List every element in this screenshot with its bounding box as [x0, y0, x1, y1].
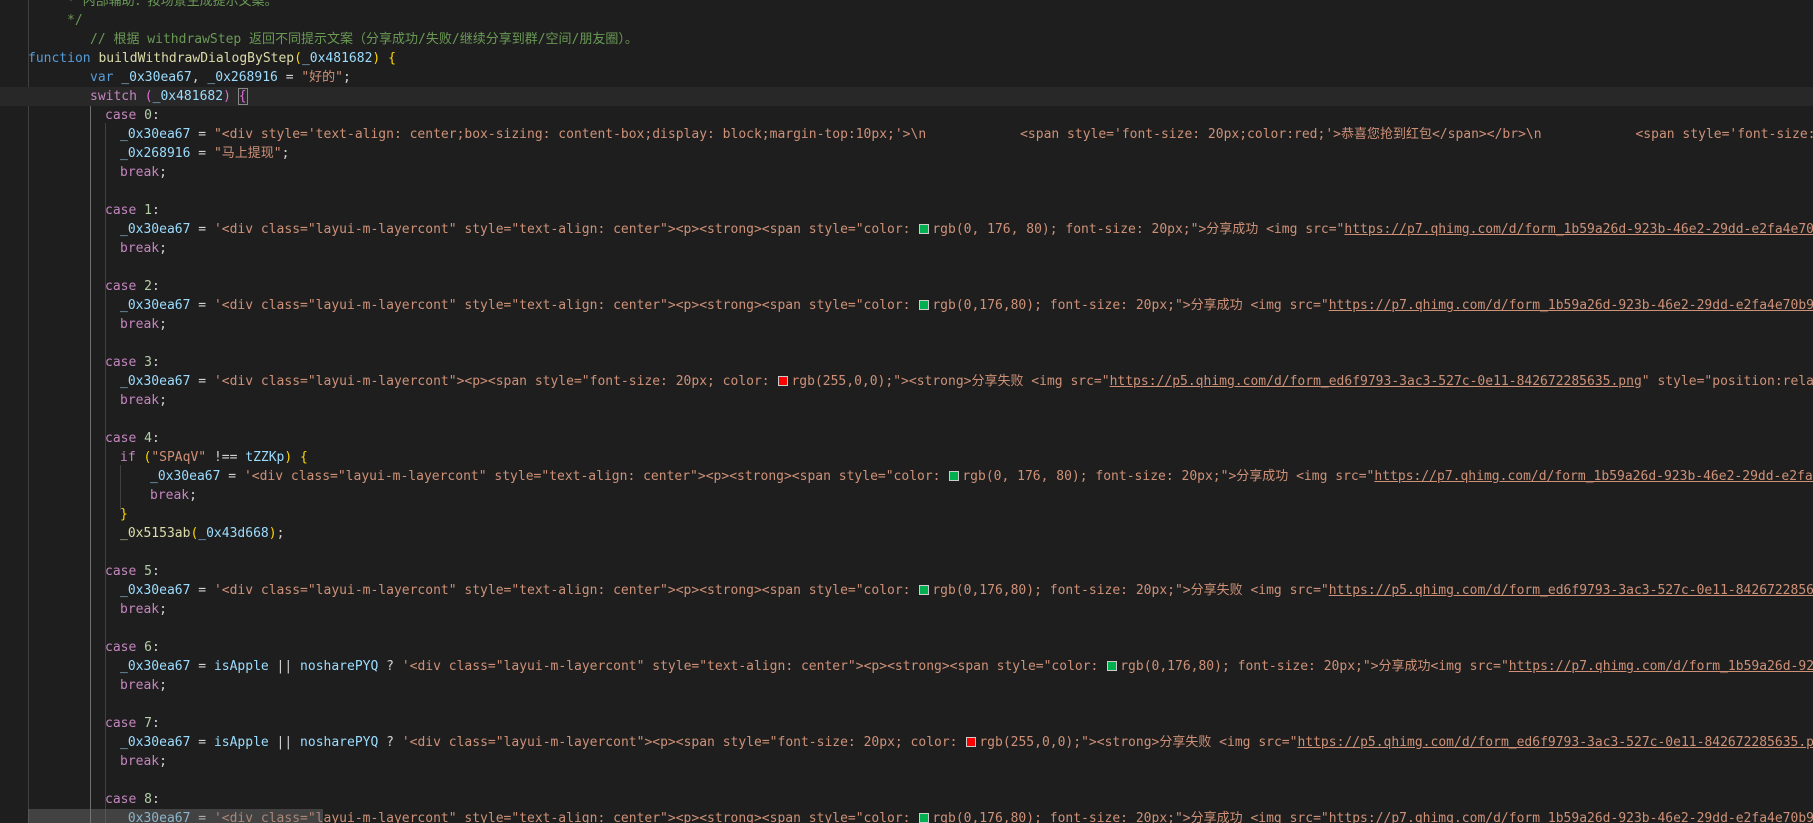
code-line[interactable]: _0x30ea67 = '<div class="layui-m-layerco… — [0, 220, 1813, 239]
color-swatch[interactable] — [1107, 661, 1118, 671]
code-line[interactable]: break; — [0, 600, 1813, 619]
code-line[interactable]: _0x30ea67 = '<div class="layui-m-layerco… — [0, 372, 1813, 391]
code-line[interactable]: case 6: — [0, 638, 1813, 657]
color-swatch[interactable] — [919, 300, 930, 310]
code-line[interactable]: break; — [0, 752, 1813, 771]
function-param: _0x481682 — [301, 51, 373, 66]
url-link[interactable]: https://p7.qhimg.com/d/form_1b59a26d-923… — [1509, 659, 1813, 674]
url-link[interactable]: https://p7.qhimg.com/d/form_1b59a26d-923… — [1329, 811, 1813, 823]
code-line[interactable]: // 根据 withdrawStep 返回不同提示文案（分享成功/失败/继续分享… — [0, 30, 1813, 49]
code-line[interactable]: case 8: — [0, 790, 1813, 809]
code-line[interactable]: _0x30ea67 = isApple || nosharePYQ ? '<di… — [0, 657, 1813, 676]
horizontal-scrollbar[interactable] — [28, 809, 323, 823]
code-line[interactable]: case 2: — [0, 277, 1813, 296]
url-link[interactable]: https://p7.qhimg.com/d/form_1b59a26d-923… — [1329, 298, 1813, 313]
code-line[interactable]: _0x30ea67 = '<div class="layui-m-layerco… — [0, 467, 1813, 486]
code-line[interactable]: break; — [0, 239, 1813, 258]
comment: * 内部辅助：按场景生成提示文案。 — [67, 0, 278, 9]
code-line[interactable]: _0x5153ab(_0x43d668); — [0, 524, 1813, 543]
comment-close: */ — [67, 13, 83, 28]
matched-bracket: { — [237, 88, 248, 105]
code-line[interactable]: */ — [0, 11, 1813, 30]
color-swatch[interactable] — [919, 813, 930, 823]
code-editor[interactable]: * 内部辅助：按场景生成提示文案。 */ // 根据 withdrawStep … — [0, 0, 1813, 823]
code-line[interactable]: case 0: — [0, 106, 1813, 125]
code-line[interactable]: _0x30ea67 = "<div style='text-align: cen… — [0, 125, 1813, 144]
code-line[interactable]: _0x30ea67 = isApple || nosharePYQ ? '<di… — [0, 733, 1813, 752]
function-name: buildWithdrawDialogByStep — [98, 51, 295, 66]
code-line[interactable]: break; — [0, 315, 1813, 334]
color-swatch[interactable] — [919, 585, 930, 595]
code-line[interactable]: _0x268916 = "马上提现"; — [0, 144, 1813, 163]
comment: // 根据 withdrawStep 返回不同提示文案（分享成功/失败/继续分享… — [90, 32, 638, 47]
code-line[interactable]: _0x30ea67 = '<div class="layui-m-layerco… — [0, 296, 1813, 315]
url-link[interactable]: https://p5.qhimg.com/d/form_ed6f9793-3ac… — [1297, 735, 1813, 750]
code-line[interactable]: case 7: — [0, 714, 1813, 733]
code-line[interactable]: case 4: — [0, 429, 1813, 448]
code-line[interactable]: break; — [0, 486, 1813, 505]
var-keyword: var — [90, 70, 114, 85]
url-link[interactable]: https://p5.qhimg.com/d/form_ed6f9793-3ac… — [1110, 374, 1642, 389]
code-line[interactable]: break; — [0, 676, 1813, 695]
code-line[interactable]: case 1: — [0, 201, 1813, 220]
code-line[interactable]: var _0x30ea67, _0x268916 = "好的"; — [0, 68, 1813, 87]
code-line[interactable]: break; — [0, 163, 1813, 182]
color-swatch[interactable] — [966, 737, 977, 747]
switch-keyword: switch — [90, 89, 137, 104]
code-line[interactable]: break; — [0, 391, 1813, 410]
code-line[interactable]: } — [0, 505, 1813, 524]
code-line[interactable]: _0x30ea67 = '<div class="layui-m-layerco… — [0, 581, 1813, 600]
code-line[interactable]: * 内部辅助：按场景生成提示文案。 — [0, 0, 1813, 11]
url-link[interactable]: https://p7.qhimg.com/d/form_1b59a26d-923… — [1374, 469, 1813, 484]
function-keyword: function — [28, 51, 91, 66]
url-link[interactable]: https://p7.qhimg.com/d/form_1b59a26d-923… — [1344, 222, 1813, 237]
code-line-current[interactable]: switch (_0x481682) { — [0, 87, 1813, 106]
url-link[interactable]: https://p5.qhimg.com/d/form_ed6f9793-3ac… — [1329, 583, 1813, 598]
code-line[interactable]: case 5: — [0, 562, 1813, 581]
code-line[interactable]: case 3: — [0, 353, 1813, 372]
color-swatch[interactable] — [778, 376, 789, 386]
color-swatch[interactable] — [919, 224, 930, 234]
code-line[interactable]: function buildWithdrawDialogByStep(_0x48… — [0, 49, 1813, 68]
code-line[interactable]: if ("SPAqV" !== tZZKp) { — [0, 448, 1813, 467]
color-swatch[interactable] — [949, 471, 960, 481]
